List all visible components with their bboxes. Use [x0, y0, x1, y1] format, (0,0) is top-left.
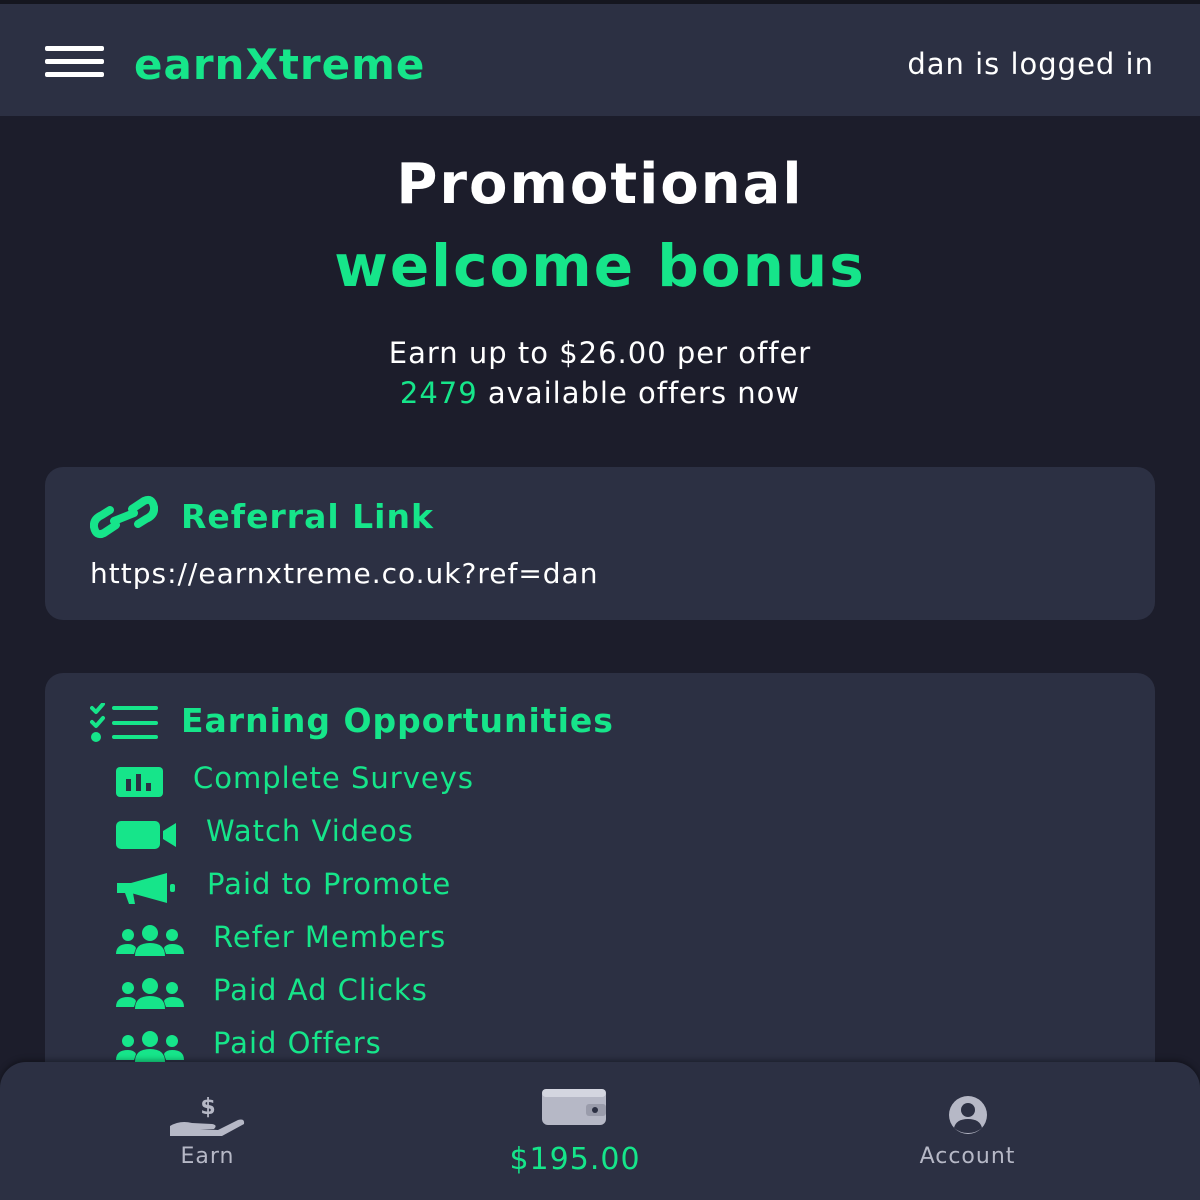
brand-logo[interactable]: earnXtreme — [134, 40, 425, 89]
wallet-icon — [542, 1089, 606, 1125]
earning-card: Earning Opportunities Complete Surveys W… — [45, 673, 1155, 1093]
referral-url[interactable]: https://earnxtreme.co.uk?ref=dan — [90, 557, 598, 590]
checklist-icon — [90, 703, 158, 742]
opportunity-watch-videos[interactable]: Watch Videos — [115, 812, 615, 856]
bottom-nav: $ Earn $195.00 Account — [0, 1062, 1200, 1200]
login-status: dan is logged in — [907, 47, 1154, 81]
opportunity-complete-surveys[interactable]: Complete Surveys — [115, 759, 615, 803]
nav-earn-label: Earn — [180, 1144, 235, 1169]
hero-title: Promotional — [396, 152, 804, 217]
opportunity-label: Paid Offers — [213, 1026, 382, 1060]
opportunity-paid-to-promote[interactable]: Paid to Promote — [115, 865, 615, 909]
referral-card: Referral Link https://earnxtreme.co.uk?r… — [45, 467, 1155, 620]
offers-available-text: 2479 available offers now — [0, 376, 1200, 410]
opportunity-paid-ad-clicks[interactable]: Paid Ad Clicks — [115, 971, 615, 1015]
offers-count: 2479 — [399, 376, 478, 410]
referral-title: Referral Link — [181, 497, 434, 536]
offers-suffix: available offers now — [477, 376, 801, 410]
users-icon — [116, 978, 184, 1009]
opportunity-label: Complete Surveys — [193, 761, 474, 795]
users-icon — [116, 925, 184, 956]
chart-bar-icon — [116, 767, 163, 797]
opportunity-refer-members[interactable]: Refer Members — [115, 918, 615, 962]
nav-account-label: Account — [919, 1144, 1016, 1169]
nav-earn-button[interactable]: $ Earn — [140, 1062, 275, 1200]
hero-subtitle: welcome bonus — [334, 232, 866, 300]
hand-dollar-icon: $ — [170, 1095, 245, 1136]
users-icon — [116, 1031, 184, 1062]
opportunity-label: Paid Ad Clicks — [213, 973, 428, 1007]
user-circle-icon — [949, 1096, 987, 1134]
top-bar: earnXtreme dan is logged in — [0, 0, 1200, 116]
opportunity-label: Watch Videos — [206, 814, 414, 848]
nav-balance-button[interactable]: $195.00 — [470, 1062, 680, 1200]
megaphone-icon — [117, 873, 175, 904]
page: earnXtreme dan is logged in Promotional … — [0, 0, 1200, 1200]
link-icon — [90, 495, 158, 539]
account-balance: $195.00 — [509, 1142, 641, 1177]
svg-text:$: $ — [200, 1095, 215, 1120]
nav-account-button[interactable]: Account — [880, 1062, 1055, 1200]
opportunity-label: Refer Members — [213, 920, 447, 954]
opportunity-label: Paid to Promote — [207, 867, 452, 901]
earning-title: Earning Opportunities — [181, 701, 614, 740]
video-camera-icon — [116, 821, 176, 849]
menu-icon[interactable] — [45, 46, 104, 78]
earn-rate-text: Earn up to $26.00 per offer — [388, 336, 812, 370]
